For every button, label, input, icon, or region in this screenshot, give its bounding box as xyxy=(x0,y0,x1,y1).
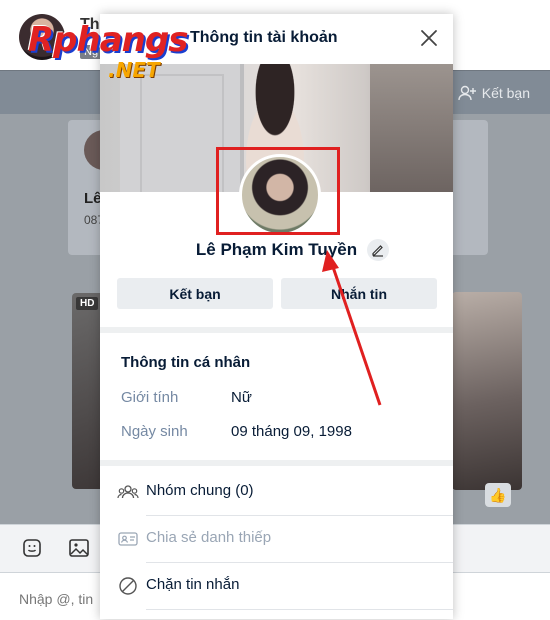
message-input-placeholder: Nhập @, tin xyxy=(19,591,94,607)
common-groups-item[interactable]: Nhóm chung (0) xyxy=(100,469,453,515)
contact-avatar[interactable] xyxy=(19,14,65,60)
block-messages-label: Chặn tin nhắn xyxy=(146,576,240,593)
add-friend-button[interactable]: Kết bạn xyxy=(117,278,273,309)
gender-value: Nữ xyxy=(231,389,252,406)
block-icon xyxy=(117,575,139,597)
photo-message[interactable] xyxy=(452,292,522,490)
profile-name: Lê Phạm Kim Tuyền xyxy=(195,240,358,259)
contact-name: Th xyxy=(80,16,100,33)
section-divider xyxy=(100,460,453,466)
section-divider xyxy=(100,327,453,333)
add-user-icon xyxy=(458,85,476,101)
cover-door-panel xyxy=(140,74,224,192)
list-divider xyxy=(146,609,453,610)
share-contact-card-item[interactable]: Chia sẻ danh thiếp xyxy=(100,516,453,562)
avatar-highlight-box xyxy=(216,147,340,235)
common-groups-label: Nhóm chung (0) xyxy=(146,482,254,499)
add-friend-label: Kết bạn xyxy=(481,85,530,101)
birthday-label: Ngày sinh xyxy=(121,423,188,440)
gender-label: Giới tính xyxy=(121,389,179,406)
personal-info-title: Thông tin cá nhân xyxy=(121,354,251,371)
group-icon xyxy=(117,481,139,503)
cover-background xyxy=(370,64,453,192)
dialog-title: Thông tin tài khoản xyxy=(190,29,338,46)
card-name: Lê xyxy=(84,190,102,207)
pencil-icon xyxy=(372,245,383,257)
sticker-icon[interactable] xyxy=(22,538,42,563)
image-icon[interactable] xyxy=(68,538,90,563)
add-friend-link[interactable]: Kết bạn xyxy=(458,85,530,101)
block-messages-item[interactable]: Chặn tin nhắn xyxy=(100,563,453,609)
hd-badge: HD xyxy=(76,297,99,310)
birthday-value: 09 tháng 09, 1998 xyxy=(231,423,352,440)
contact-card-icon xyxy=(117,528,139,550)
dialog-header: Thông tin tài khoản xyxy=(100,14,453,64)
contact-status: Ng xyxy=(80,45,103,59)
send-message-button[interactable]: Nhắn tin xyxy=(281,278,437,309)
share-contact-card-label: Chia sẻ danh thiếp xyxy=(146,529,272,546)
like-icon[interactable]: 👍 xyxy=(485,483,511,507)
edit-name-button[interactable] xyxy=(367,239,389,261)
close-icon[interactable] xyxy=(418,27,440,49)
account-info-dialog: Thông tin tài khoản Lê Phạm Kim Tuyền Kế… xyxy=(100,14,453,619)
